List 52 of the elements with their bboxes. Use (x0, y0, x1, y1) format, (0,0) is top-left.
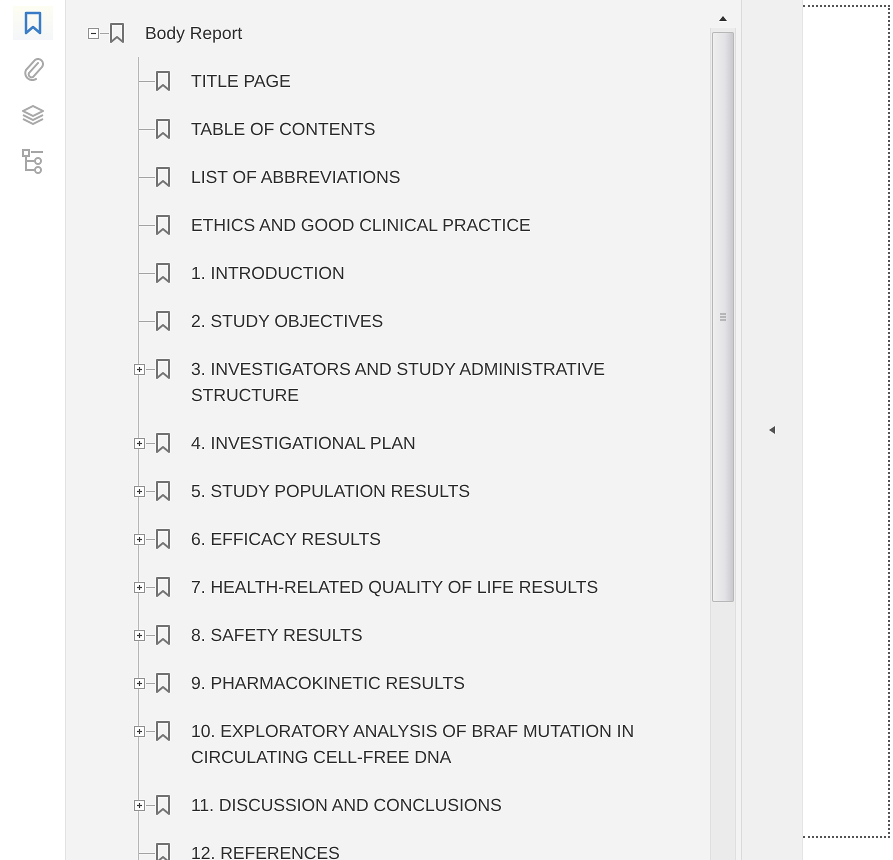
bookmark-item[interactable]: 4. INVESTIGATIONAL PLAN (191, 430, 424, 456)
bookmark-icon (155, 212, 171, 238)
layers-icon (20, 103, 44, 127)
bookmark-icon (155, 260, 171, 286)
bookmark-item[interactable]: 6. EFFICACY RESULTS (191, 526, 389, 552)
bookmark-icon (155, 718, 171, 744)
bookmark-icon (155, 622, 171, 648)
bookmark-icon (155, 526, 171, 552)
bookmark-icon (155, 670, 171, 696)
bookmark-item[interactable]: TITLE PAGE (191, 68, 299, 94)
bookmark-icon (155, 68, 171, 94)
scroll-thumb[interactable] (712, 32, 734, 602)
expand-toggle[interactable] (134, 582, 144, 592)
paperclip-icon (22, 57, 44, 81)
bookmark-icon (155, 840, 171, 860)
bookmark-item[interactable]: Body Report (145, 20, 250, 46)
expand-toggle[interactable] (134, 534, 144, 544)
bookmark-item[interactable]: 11. DISCUSSION AND CONCLUSIONS (191, 792, 510, 818)
bookmark-item[interactable]: 2. STUDY OBJECTIVES (191, 308, 392, 334)
bookmark-icon (155, 792, 171, 818)
bookmark-item[interactable]: TABLE OF CONTENTS (191, 116, 384, 142)
bookmark-item[interactable]: 5. STUDY POPULATION RESULTS (191, 478, 478, 504)
expand-toggle[interactable] (134, 364, 144, 374)
bookmark-icon (155, 356, 171, 382)
expand-toggle[interactable] (134, 678, 144, 688)
sidebar-tab[interactable] (12, 6, 52, 40)
expand-toggle[interactable] (134, 630, 144, 640)
expand-toggle[interactable] (134, 726, 144, 736)
bookmark-item[interactable]: 12. REFERENCES (191, 840, 348, 860)
bookmark-item[interactable]: 3. INVESTIGATORS AND STUDY ADMINISTRATIVE STRUCTURE (191, 356, 705, 408)
bookmark-icon (109, 20, 125, 46)
bookmark-icon (155, 478, 171, 504)
bookmark-icon (24, 11, 42, 35)
bookmark-icon (155, 308, 171, 334)
expand-toggle[interactable] (134, 800, 144, 810)
structure-icon (20, 148, 44, 174)
bookmark-icon (155, 116, 171, 142)
bookmark-item[interactable]: 9. PHARMACOKINETIC RESULTS (191, 670, 473, 696)
bookmark-item[interactable]: LIST OF ABBREVIATIONS (191, 164, 408, 190)
expand-toggle[interactable] (134, 438, 144, 448)
expand-toggle[interactable] (134, 486, 144, 496)
collapse-toggle[interactable] (88, 28, 98, 38)
bookmark-icon (155, 164, 171, 190)
bookmark-icon (155, 574, 171, 600)
bookmark-icon (155, 430, 171, 456)
bookmark-item[interactable]: ETHICS AND GOOD CLINICAL PRACTICE (191, 212, 539, 238)
bookmark-item[interactable]: 10. EXPLORATORY ANALYSIS OF BRAF MUTATION IN CIRCULATING CELL-FREE DNA (191, 718, 705, 770)
scroll-up-icon[interactable] (718, 14, 728, 22)
scrollbar[interactable] (705, 0, 742, 860)
bookmark-item[interactable]: 1. INTRODUCTION (191, 260, 353, 286)
bookmark-item[interactable]: 7. HEALTH-RELATED QUALITY OF LIFE RESULTS (191, 574, 606, 600)
bookmark-item[interactable]: 8. SAFETY RESULTS (191, 622, 370, 648)
